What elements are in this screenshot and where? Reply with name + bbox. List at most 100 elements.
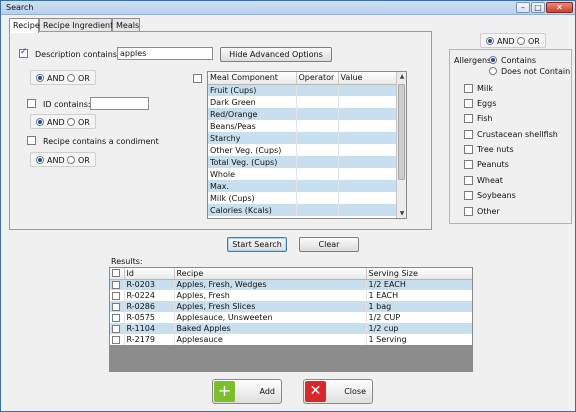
condiment-checkbox[interactable]	[27, 136, 36, 145]
grid-row[interactable]: Whole	[208, 168, 398, 180]
allergen-eggs-checkbox[interactable]	[464, 99, 473, 108]
and-radio-2[interactable]	[36, 118, 44, 126]
and-label-3: AND	[47, 156, 65, 165]
tab-meals[interactable]: Meals	[112, 18, 140, 32]
scroll-up-icon[interactable]: ▲	[398, 73, 406, 80]
start-search-button[interactable]: Start Search	[227, 237, 287, 252]
table-row[interactable]: R-0224 Apples, Fresh 1 EACH	[110, 290, 472, 301]
row-checkbox[interactable]	[112, 280, 120, 289]
grid-scrollbar[interactable]: ▲ ▼	[396, 72, 406, 218]
allergen-tree-nuts-checkbox[interactable]	[464, 145, 473, 154]
allergen-peanuts-checkbox[interactable]	[464, 160, 473, 169]
and-or-group-2: AND OR	[30, 114, 96, 129]
meal-component-checkbox[interactable]	[193, 74, 202, 83]
grid-row[interactable]: Milk (Cups)	[208, 192, 398, 204]
and-radio-1[interactable]	[36, 74, 44, 82]
or-radio-1[interactable]	[67, 74, 75, 82]
row-id: R-1104	[124, 323, 175, 334]
grid-cell: Red/Orange	[208, 108, 297, 120]
allergen-fish-checkbox[interactable]	[464, 114, 473, 123]
contains-radio[interactable]	[489, 56, 497, 64]
allergen-wheat-checkbox[interactable]	[464, 176, 473, 185]
id-input[interactable]	[90, 97, 149, 110]
row-checkbox[interactable]	[112, 302, 120, 311]
table-row[interactable]: R-1104 Baked Apples 1/2 cup	[110, 323, 472, 334]
and-label-1: AND	[47, 74, 65, 83]
grid-scroll-thumb[interactable]	[398, 84, 405, 180]
grid-cell: Whole	[208, 168, 297, 180]
row-checkbox[interactable]	[112, 291, 120, 300]
allergens-panel: Allergens Contains Does not Contain Milk…	[449, 49, 572, 224]
grid-cell: Fruit (Cups)	[208, 84, 297, 96]
contains-label: Contains	[501, 56, 537, 65]
description-label: Description contains:	[35, 50, 120, 59]
title-bar[interactable]: Search – □ ✕	[1, 1, 575, 15]
grid-row[interactable]: Beans/Peas	[208, 120, 398, 132]
grid-row[interactable]: Other Veg. (Cups)	[208, 144, 398, 156]
meal-component-grid[interactable]: Meal Component Operator Value Fruit (Cup…	[207, 71, 407, 219]
row-checkbox[interactable]	[112, 324, 120, 333]
and-or-group-1: AND OR	[30, 70, 96, 85]
allergen-soybeans-label: Soybeans	[477, 191, 516, 200]
grid-header-component[interactable]: Meal Component	[208, 72, 297, 85]
and-radio-3[interactable]	[36, 156, 44, 164]
results-header-id[interactable]: Id	[124, 268, 175, 280]
allergens-title: Allergens	[454, 56, 492, 65]
not-contain-radio[interactable]	[489, 67, 497, 75]
hide-advanced-options-button[interactable]: Hide Advanced Options	[220, 47, 332, 62]
results-header-select[interactable]	[110, 268, 125, 280]
grid-row[interactable]: Red/Orange	[208, 108, 398, 120]
row-recipe: Applesauce	[174, 334, 367, 345]
row-checkbox[interactable]	[112, 335, 120, 344]
table-row[interactable]: R-0575 Applesauce, Unsweeten 1/2 CUP	[110, 312, 472, 323]
scroll-down-icon[interactable]: ▼	[398, 210, 406, 217]
grid-cell: Beans/Peas	[208, 120, 297, 132]
grid-header-operator[interactable]: Operator	[296, 72, 339, 85]
and-label-2: AND	[47, 118, 65, 127]
results-header-size[interactable]: Serving Size	[366, 268, 472, 280]
row-recipe: Apples, Fresh Slices	[174, 301, 367, 312]
grid-row[interactable]: Max.	[208, 180, 398, 192]
row-checkbox[interactable]	[112, 313, 120, 322]
grid-cell: Dark Green	[208, 96, 297, 108]
select-all-checkbox[interactable]	[112, 269, 120, 278]
grid-row[interactable]: Starchy	[208, 132, 398, 144]
allergen-tree-nuts-label: Tree nuts	[477, 145, 514, 154]
clear-button[interactable]: Clear	[299, 237, 359, 252]
and-or-group-3: AND OR	[30, 152, 96, 167]
or-radio-2[interactable]	[67, 118, 75, 126]
allergen-peanuts-label: Peanuts	[477, 160, 509, 169]
grid-row[interactable]: Fruit (Cups)	[208, 84, 398, 96]
close-window-button[interactable]: ✕	[546, 2, 573, 13]
tab-recipe-ingredient[interactable]: Recipe Ingredient	[39, 18, 113, 32]
grid-row[interactable]: Total Veg. (Cups)	[208, 156, 398, 168]
description-input[interactable]: apples	[117, 47, 213, 60]
results-header-recipe[interactable]: Recipe	[174, 268, 367, 280]
allergen-soybeans-checkbox[interactable]	[464, 191, 473, 200]
maximize-button[interactable]: □	[531, 2, 545, 13]
tab-recipe[interactable]: Recipe	[9, 18, 40, 33]
allergen-other-label: Other	[477, 207, 500, 216]
minimize-button[interactable]: –	[516, 2, 530, 13]
allergen-milk-checkbox[interactable]	[464, 84, 473, 93]
or-radio-3[interactable]	[67, 156, 75, 164]
allergen-or-radio[interactable]	[517, 37, 525, 45]
not-contain-label: Does not Contain	[501, 67, 571, 76]
table-row[interactable]: R-0203 Apples, Fresh, Wedges 1/2 EACH	[110, 279, 472, 290]
close-button[interactable]: ✕ Close	[303, 379, 373, 404]
grid-header-value[interactable]: Value	[338, 72, 398, 85]
table-row[interactable]: R-2179 Applesauce 1 Serving	[110, 334, 472, 345]
add-button[interactable]: + Add	[212, 379, 282, 404]
allergen-and-radio[interactable]	[486, 37, 494, 45]
results-table[interactable]: Id Recipe Serving Size R-0203 Apples, Fr…	[109, 267, 473, 372]
table-row[interactable]: R-0286 Apples, Fresh Slices 1 bag	[110, 301, 472, 312]
allergen-or-label: OR	[528, 37, 540, 46]
id-checkbox[interactable]	[27, 99, 36, 108]
grid-row[interactable]: Calories (Kcals)	[208, 204, 398, 216]
description-checkbox[interactable]	[19, 47, 28, 58]
allergen-other-checkbox[interactable]	[464, 207, 473, 216]
allergen-fish-label: Fish	[477, 114, 493, 123]
allergen-crustacean-checkbox[interactable]	[464, 130, 473, 139]
grid-row[interactable]: Dark Green	[208, 96, 398, 108]
row-recipe: Baked Apples	[174, 323, 367, 334]
